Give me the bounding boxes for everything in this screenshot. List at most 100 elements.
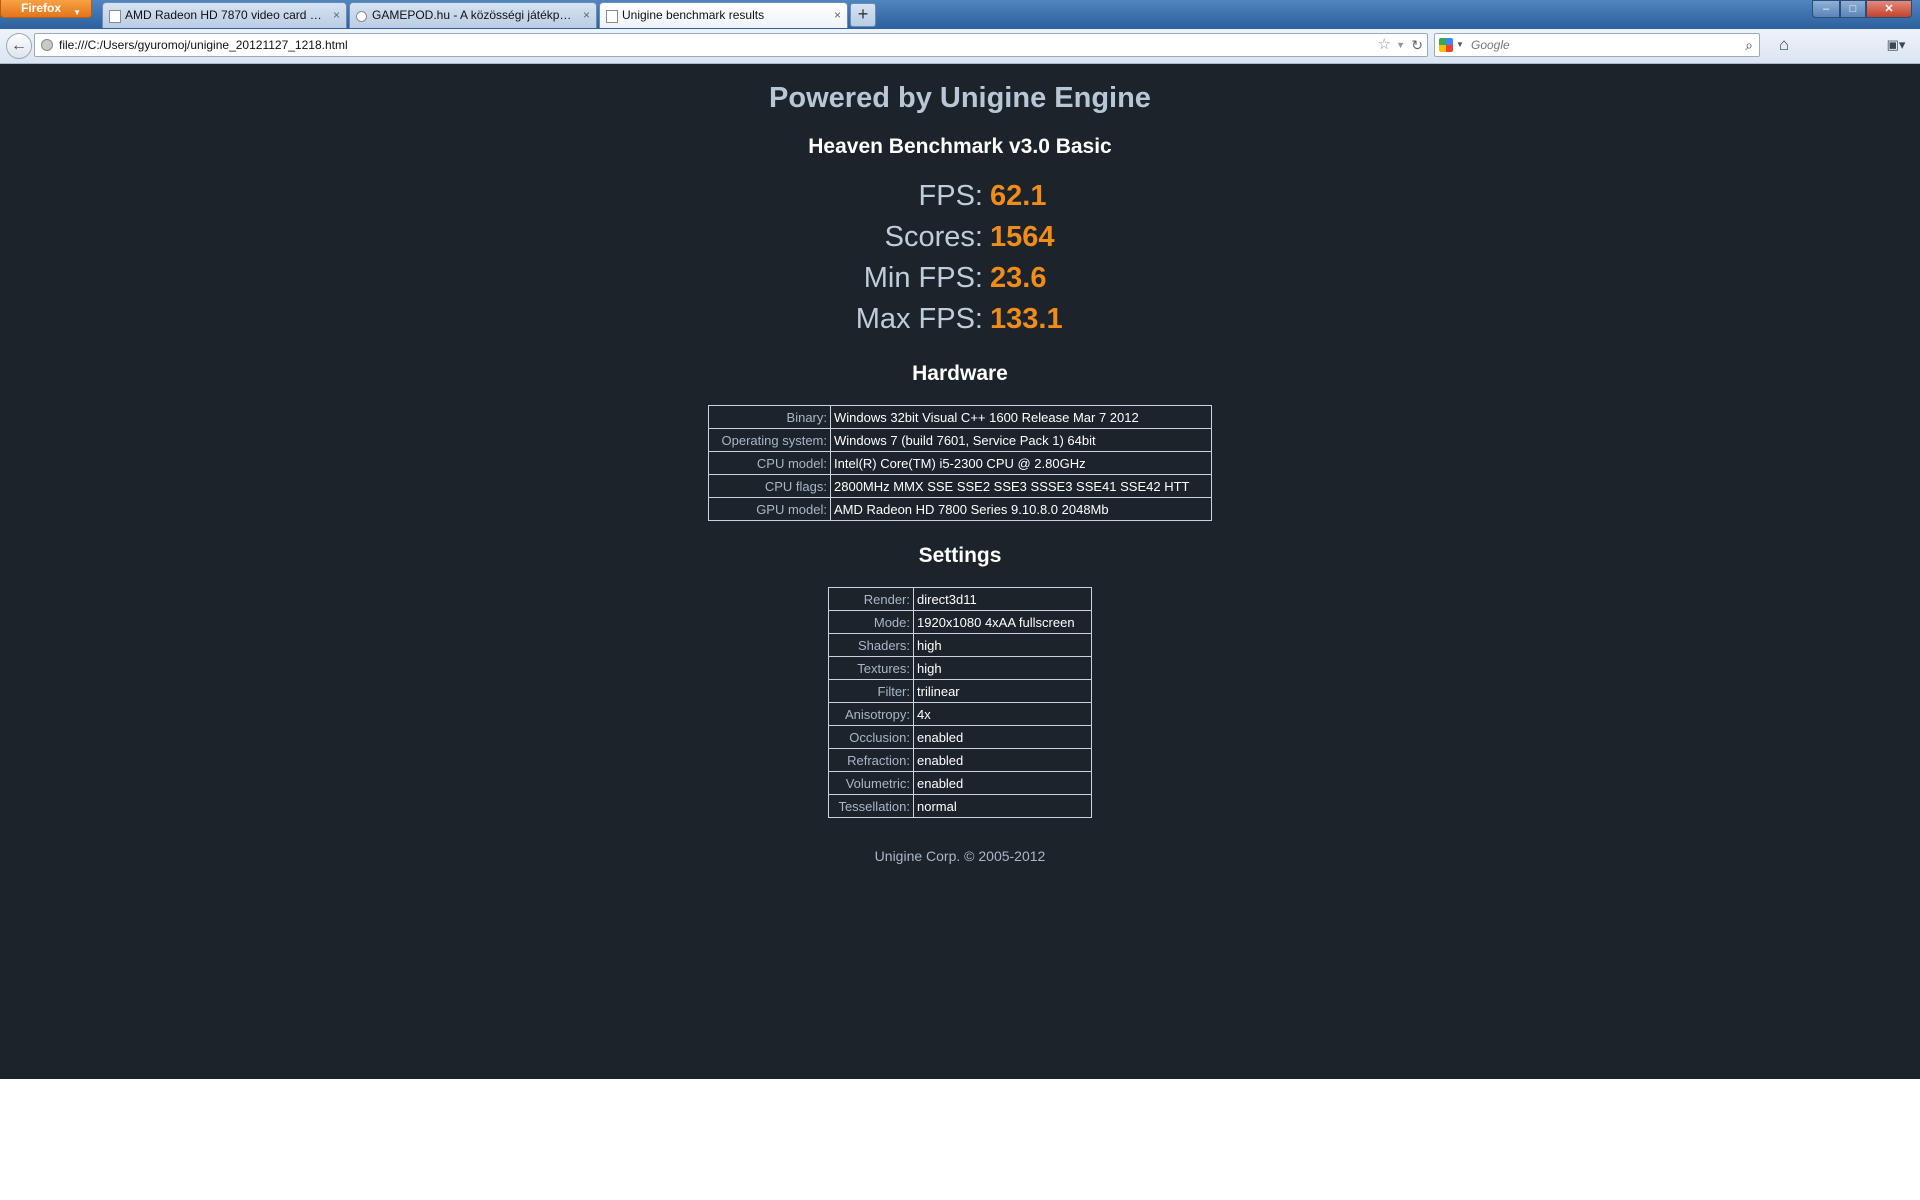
- metric-min-fps: Min FPS: 23.6: [0, 262, 1920, 302]
- row-value: Windows 32bit Visual C++ 1600 Release Ma…: [830, 405, 1212, 429]
- hardware-heading: Hardware: [912, 362, 1008, 385]
- table-row: GPU model: AMD Radeon HD 7800 Series 9.10…: [708, 497, 1212, 521]
- history-dropdown-icon[interactable]: ▼: [1396, 34, 1405, 56]
- row-key: Textures:: [828, 656, 914, 680]
- tab-title: Unigine benchmark results: [622, 8, 765, 22]
- close-icon[interactable]: ×: [333, 3, 340, 28]
- row-value: high: [913, 656, 1092, 680]
- row-value: Windows 7 (build 7601, Service Pack 1) 6…: [830, 428, 1212, 452]
- url-text[interactable]: file:///C:/Users/gyuromoj/unigine_201211…: [59, 34, 348, 56]
- chat-bubble-icon: [356, 11, 367, 22]
- close-icon[interactable]: ×: [834, 3, 841, 28]
- chevron-down-icon: ▼: [73, 8, 81, 17]
- site-identity-icon[interactable]: [41, 39, 53, 51]
- metric-value: 133.1: [990, 303, 1063, 335]
- metric-value: 23.6: [990, 262, 1047, 294]
- tab-gamepod[interactable]: GAMEPOD.hu - A közösségi játékportál ×: [349, 2, 597, 28]
- table-row: Filter: trilinear: [828, 679, 1092, 703]
- google-icon[interactable]: [1439, 38, 1453, 52]
- navigation-toolbar: ← file:///C:/Users/gyuromoj/unigine_2012…: [0, 29, 1920, 64]
- row-key: Shaders:: [828, 633, 914, 657]
- table-row: Mode: 1920x1080 4xAA fullscreen: [828, 610, 1092, 634]
- blank-area: [0, 1079, 1920, 1200]
- metric-fps: FPS: 62.1: [0, 180, 1920, 220]
- table-row: Render: direct3d11: [828, 587, 1092, 611]
- search-input[interactable]: Google: [1471, 34, 1510, 56]
- table-row: Shaders: high: [828, 633, 1092, 657]
- tab-title: AMD Radeon HD 7870 video card ben...: [125, 8, 322, 22]
- row-value: trilinear: [913, 679, 1092, 703]
- tab-title: GAMEPOD.hu - A közösségi játékportál: [372, 8, 572, 22]
- bookmark-star-icon[interactable]: ☆: [1378, 34, 1391, 56]
- chevron-down-icon[interactable]: ▼: [1456, 34, 1464, 56]
- table-row: Textures: high: [828, 656, 1092, 680]
- metric-label: Min FPS:: [863, 262, 983, 294]
- benchmark-title: Heaven Benchmark v3.0 Basic: [808, 135, 1112, 158]
- table-row: Binary: Windows 32bit Visual C++ 1600 Rel…: [708, 405, 1212, 429]
- row-value: 4x: [913, 702, 1092, 726]
- powered-by-heading: Powered by Unigine Engine: [769, 82, 1151, 114]
- settings-heading: Settings: [918, 544, 1002, 567]
- home-icon[interactable]: ⌂: [1772, 34, 1796, 58]
- address-bar[interactable]: file:///C:/Users/gyuromoj/unigine_201211…: [34, 33, 1428, 57]
- search-bar[interactable]: ▼ Google ⌕: [1434, 33, 1760, 57]
- row-value: enabled: [913, 748, 1092, 772]
- row-value: high: [913, 633, 1092, 657]
- row-key: CPU model:: [708, 451, 831, 475]
- table-row: Volumetric: enabled: [828, 771, 1092, 795]
- tab-amd-radeon[interactable]: AMD Radeon HD 7870 video card ben... ×: [102, 2, 347, 28]
- metric-scores: Scores: 1564: [0, 221, 1920, 261]
- reload-icon[interactable]: ↻: [1411, 34, 1423, 56]
- hardware-table: Binary: Windows 32bit Visual C++ 1600 Rel…: [708, 405, 1212, 521]
- row-key: Render:: [828, 587, 914, 611]
- page-icon: [606, 10, 618, 23]
- row-value: 2800MHz MMX SSE SSE2 SSE3 SSSE3 SSE41 SS…: [830, 474, 1212, 498]
- metric-value: 62.1: [990, 180, 1047, 212]
- table-row: Tessellation: normal: [828, 794, 1092, 818]
- table-row: Refraction: enabled: [828, 748, 1092, 772]
- metric-label: Scores:: [884, 221, 983, 253]
- table-row: Anisotropy: 4x: [828, 702, 1092, 726]
- firefox-menu-label: Firefox: [20, 1, 61, 15]
- row-key: CPU flags:: [708, 474, 831, 498]
- close-icon[interactable]: ×: [583, 3, 590, 28]
- metric-value: 1564: [990, 221, 1055, 253]
- table-row: CPU model: Intel(R) Core(TM) i5-2300 CPU …: [708, 451, 1212, 475]
- row-key: Binary:: [708, 405, 831, 429]
- row-key: Anisotropy:: [828, 702, 914, 726]
- benchmark-results-page: Powered by Unigine Engine Heaven Benchma…: [0, 64, 1920, 1079]
- row-value: direct3d11: [913, 587, 1092, 611]
- row-value: AMD Radeon HD 7800 Series 9.10.8.0 2048M…: [830, 497, 1212, 521]
- row-value: enabled: [913, 771, 1092, 795]
- row-value: normal: [913, 794, 1092, 818]
- table-row: Operating system: Windows 7 (build 7601, …: [708, 428, 1212, 452]
- page-icon: [109, 10, 121, 23]
- maximize-window-button[interactable]: □: [1840, 0, 1866, 18]
- row-key: Tessellation:: [828, 794, 914, 818]
- row-key: Volumetric:: [828, 771, 914, 795]
- row-value: 1920x1080 4xAA fullscreen: [913, 610, 1092, 634]
- row-key: Refraction:: [828, 748, 914, 772]
- new-tab-button[interactable]: +: [850, 3, 876, 27]
- row-key: Operating system:: [708, 428, 831, 452]
- back-arrow-icon[interactable]: ←: [6, 33, 32, 59]
- close-window-button[interactable]: ✕: [1866, 0, 1912, 18]
- row-key: Occlusion:: [828, 725, 914, 749]
- settings-table: Render: direct3d11 Mode: 1920x1080 4xAA fu…: [828, 587, 1092, 818]
- metric-label: Max FPS:: [855, 303, 983, 335]
- copyright-text: Unigine Corp. © 2005-2012: [874, 848, 1046, 864]
- magnifier-icon[interactable]: ⌕: [1745, 34, 1753, 56]
- minimize-window-button[interactable]: –: [1812, 0, 1840, 18]
- row-key: GPU model:: [708, 497, 831, 521]
- addon-bar-icon[interactable]: ▣▾: [1880, 34, 1912, 58]
- table-row: CPU flags: 2800MHz MMX SSE SSE2 SSE3 SSSE…: [708, 474, 1212, 498]
- metric-max-fps: Max FPS: 133.1: [0, 303, 1920, 343]
- row-key: Mode:: [828, 610, 914, 634]
- row-value: Intel(R) Core(TM) i5-2300 CPU @ 2.80GHz: [830, 451, 1212, 475]
- metric-label: FPS:: [918, 180, 983, 212]
- browser-title-bar: Firefox ▼ AMD Radeon HD 7870 video card …: [0, 0, 1920, 29]
- tab-unigine-results[interactable]: Unigine benchmark results ×: [599, 2, 848, 28]
- row-key: Filter:: [828, 679, 914, 703]
- table-row: Occlusion: enabled: [828, 725, 1092, 749]
- firefox-menu-button[interactable]: Firefox ▼: [0, 0, 92, 18]
